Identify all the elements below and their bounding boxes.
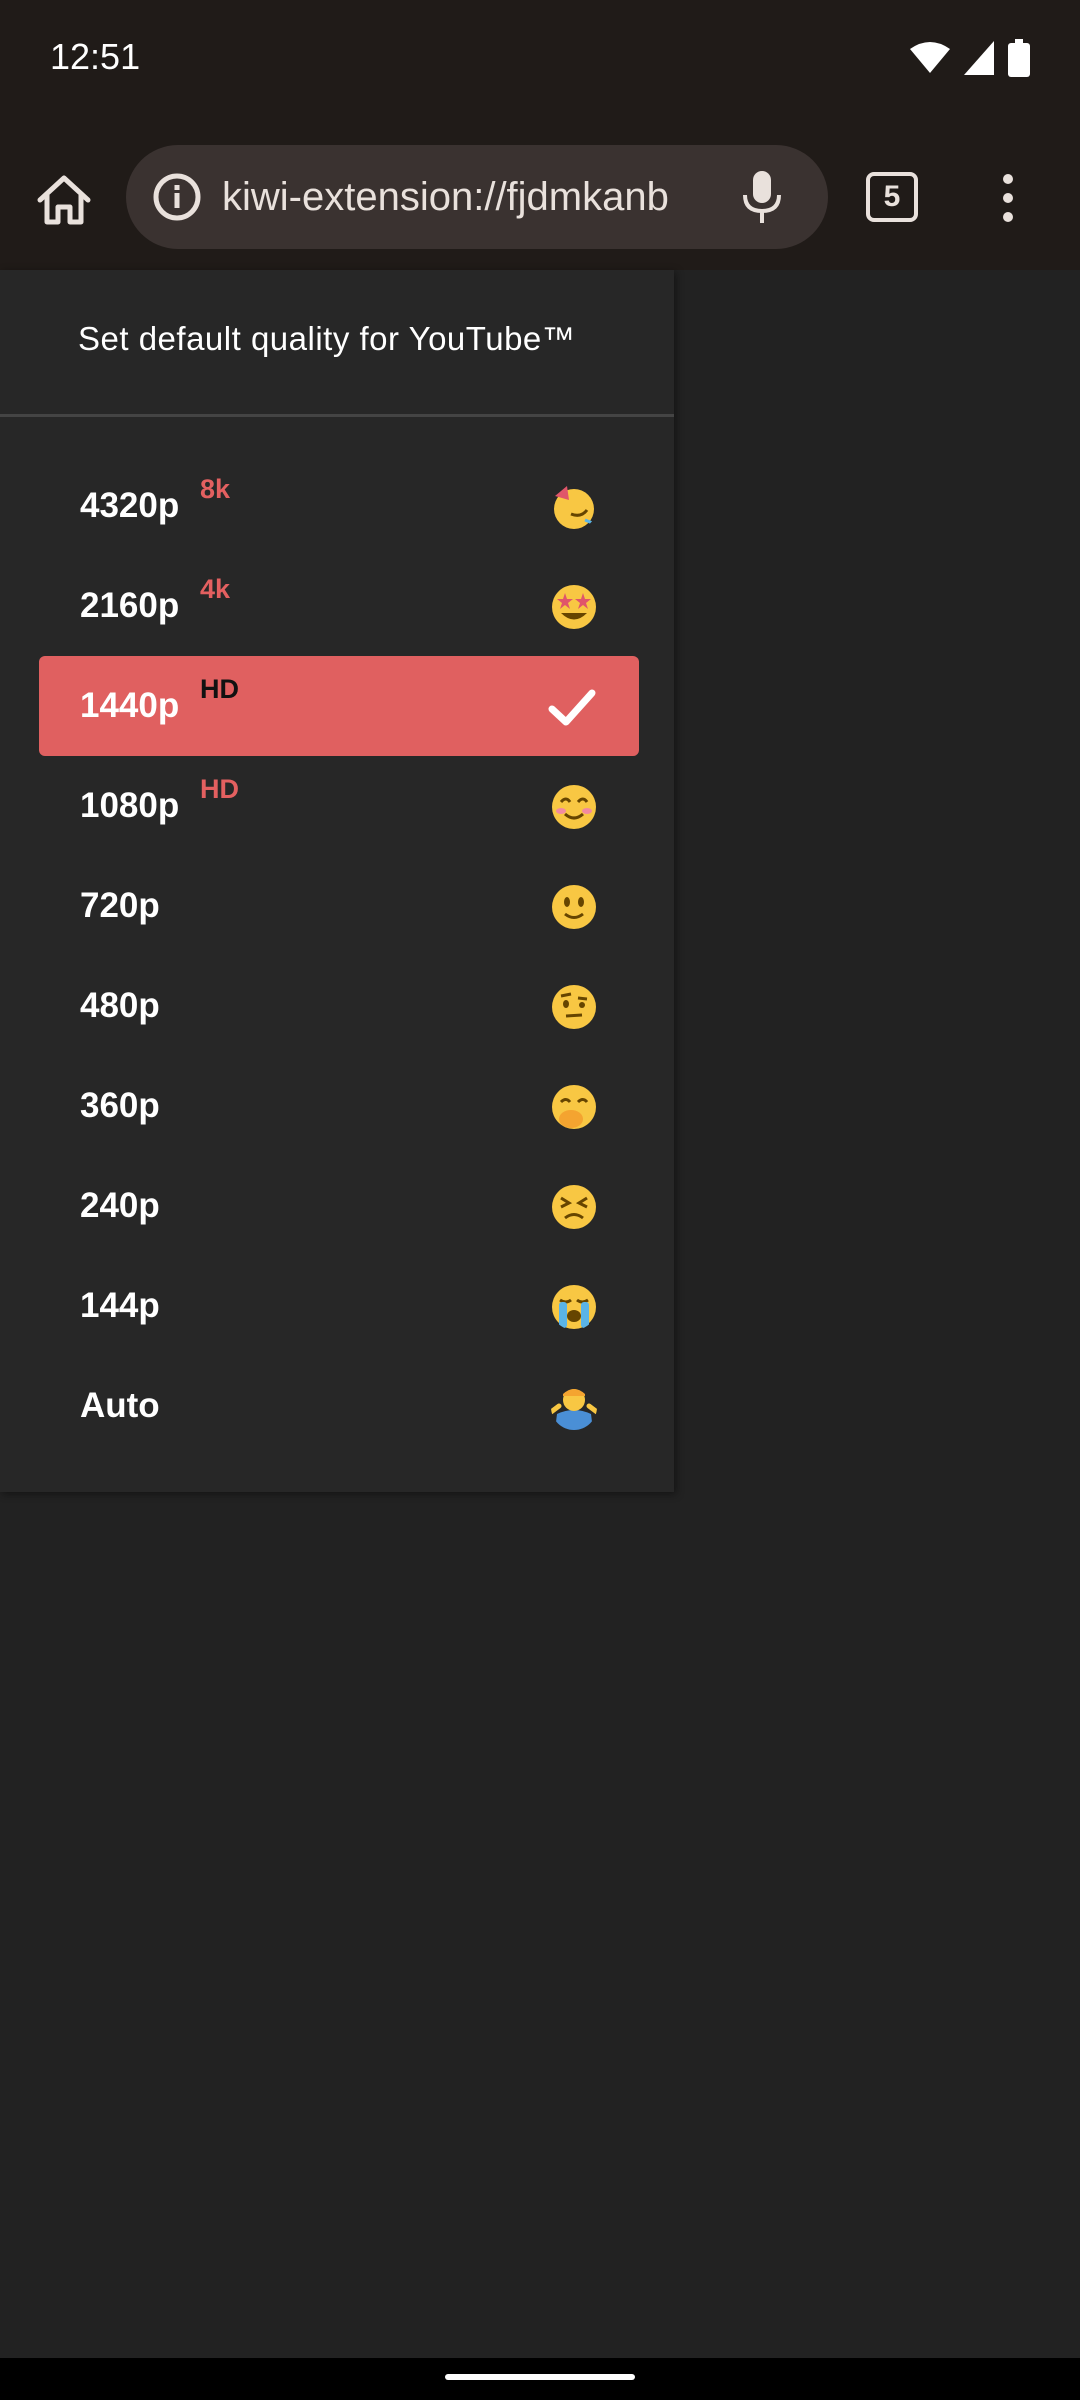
quality-label: Auto [80,1386,160,1425]
panel-divider [0,414,674,417]
home-icon [37,175,91,225]
tab-switcher-button[interactable]: 5 [866,172,918,222]
quality-badge: HD [200,774,239,804]
crying-face-icon [552,1285,596,1329]
browser-toolbar: kiwi-extension://fjdmkanb 5 [0,120,1080,270]
url-text[interactable]: kiwi-extension://fjdmkanb [222,171,722,223]
quality-option-360p[interactable]: 360p [39,1056,639,1156]
quality-label: 4320p [80,486,180,525]
quality-label: 720p [80,886,160,925]
tab-count: 5 [883,180,901,213]
gesture-handle[interactable] [445,2374,635,2380]
quality-label: 144p [80,1286,160,1325]
quality-option-480p[interactable]: 480p [39,956,639,1056]
quality-label: 1080p [80,786,180,825]
wifi-icon [910,42,950,73]
slightly-smiling-face-icon [552,885,596,929]
status-time: 12:51 [50,36,141,77]
home-button[interactable] [32,168,96,232]
quality-badge: 4k [200,574,231,604]
quality-option-720p[interactable]: 720p [39,856,639,956]
quality-badge: HD [200,674,239,704]
partying-face-icon [554,486,596,529]
mic-icon[interactable] [734,169,790,225]
status-icons [910,38,1030,78]
quality-label: 360p [80,1086,160,1125]
quality-badge: 8k [200,474,231,504]
quality-option-auto[interactable]: Auto [39,1356,639,1456]
url-bar[interactable]: kiwi-extension://fjdmkanb [126,145,828,249]
quality-list: 4320p 8k 2160p 4k 1440p HD 1080p HD 720p… [39,456,639,1456]
persevering-face-icon [552,1185,596,1229]
status-bar: 12:51 [0,0,1080,120]
quality-panel: Set default quality for YouTube™ 4320p 8… [0,270,674,1492]
quality-label: 2160p [80,586,180,625]
quality-option-4320p[interactable]: 4320p 8k [39,456,639,556]
cell-signal-icon [964,41,994,75]
quality-label: 240p [80,1186,160,1225]
person-shrugging-icon [551,1389,597,1430]
quality-label: 480p [80,986,160,1025]
battery-icon [1008,39,1030,77]
info-icon[interactable] [152,172,202,222]
check-icon [548,689,596,726]
panel-title: Set default quality for YouTube™ [78,320,576,357]
hand-over-mouth-face-icon [552,1085,596,1129]
quality-option-144p[interactable]: 144p [39,1256,639,1356]
quality-label: 1440p [80,686,180,725]
smiling-face-icon [552,785,596,829]
quality-option-1440p[interactable]: 1440p HD [39,656,639,756]
more-vert-icon[interactable] [984,166,1032,230]
star-struck-icon [552,585,596,629]
raised-eyebrow-face-icon [552,985,596,1029]
quality-option-240p[interactable]: 240p [39,1156,639,1256]
quality-option-1080p[interactable]: 1080p HD [39,756,639,856]
quality-option-2160p[interactable]: 2160p 4k [39,556,639,656]
